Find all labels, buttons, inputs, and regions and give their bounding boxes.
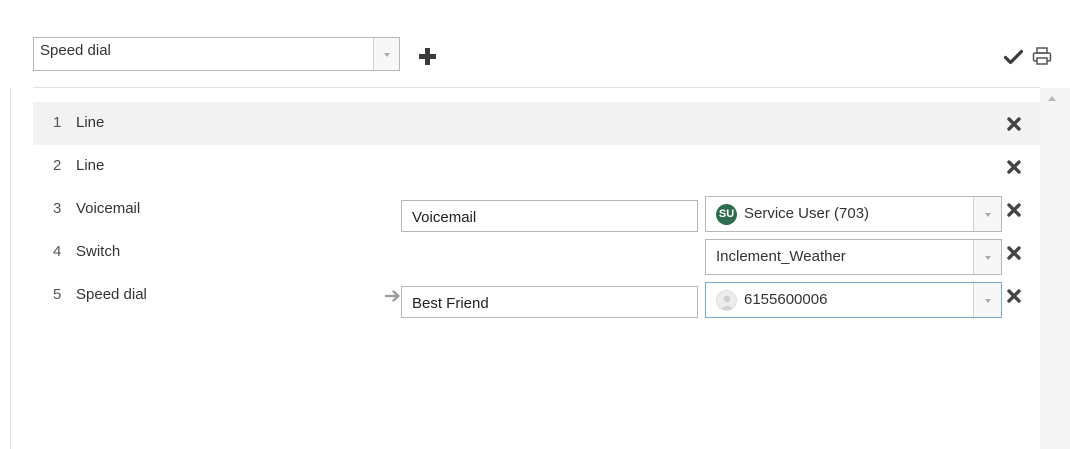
row-number: 1 [53, 114, 62, 131]
check-icon[interactable] [1004, 49, 1023, 65]
row-number: 4 [53, 243, 62, 260]
chevron-down-icon [984, 256, 991, 260]
row-label-input[interactable] [401, 200, 698, 232]
row-target-select-toggle[interactable] [973, 240, 1001, 274]
row-target-value: Inclement_Weather [716, 248, 846, 265]
row-type-label: Line [76, 114, 105, 131]
speed-dial-row[interactable]: 5 Speed dial 6155600006 [33, 274, 1040, 318]
row-type-label: Switch [76, 243, 121, 260]
speed-dial-row[interactable]: 3 Voicemail SU Service User (703) [33, 188, 1040, 232]
speed-dial-row[interactable]: 1 Line [33, 102, 1040, 145]
key-type-select[interactable]: Speed dial [33, 37, 400, 71]
row-type-label: Voicemail [76, 200, 141, 217]
speed-dial-row[interactable]: 2 Line [33, 145, 1040, 188]
row-number: 2 [53, 157, 62, 174]
delete-row-icon[interactable] [1007, 117, 1021, 131]
delete-row-icon[interactable] [1007, 203, 1021, 217]
panel-left-border [10, 88, 11, 449]
scroll-up-arrow-icon[interactable] [1048, 96, 1056, 101]
speed-dial-editor: Speed dial 1 Line 2 Line 3 Voicemail Voi… [0, 0, 1070, 449]
delete-row-icon[interactable] [1007, 246, 1021, 260]
row-target-select[interactable]: Inclement_Weather [705, 239, 1002, 275]
row-target-select-toggle[interactable] [973, 283, 1001, 317]
row-target-select-toggle[interactable] [973, 197, 1001, 231]
arrow-right-icon [385, 290, 400, 302]
row-type-label: Line [76, 157, 105, 174]
row-target-value: 6155600006 [744, 291, 828, 308]
avatar: SU [716, 204, 737, 225]
row-label-input[interactable] [401, 286, 698, 318]
chevron-down-icon [383, 53, 390, 57]
row-target-value: Service User (703) [744, 205, 870, 222]
printer-icon[interactable] [1032, 46, 1052, 66]
chevron-down-icon [984, 299, 991, 303]
plus-icon[interactable] [419, 48, 436, 65]
row-type-label: Speed dial [76, 286, 147, 303]
row-number: 3 [53, 200, 62, 217]
key-type-select-toggle[interactable] [373, 38, 399, 70]
user-avatar-icon [716, 290, 737, 311]
delete-row-icon[interactable] [1007, 289, 1021, 303]
chevron-down-icon [984, 213, 991, 217]
scrollbar-track[interactable] [1040, 88, 1070, 449]
toolbar-divider [33, 87, 1040, 88]
row-number: 5 [53, 286, 62, 303]
row-target-select[interactable]: 6155600006 [705, 282, 1002, 318]
delete-row-icon[interactable] [1007, 160, 1021, 174]
speed-dial-row[interactable]: 4 Switch Inclement_Weather [33, 231, 1040, 275]
row-target-select[interactable]: SU Service User (703) [705, 196, 1002, 232]
key-type-select-value: Speed dial [40, 42, 111, 59]
